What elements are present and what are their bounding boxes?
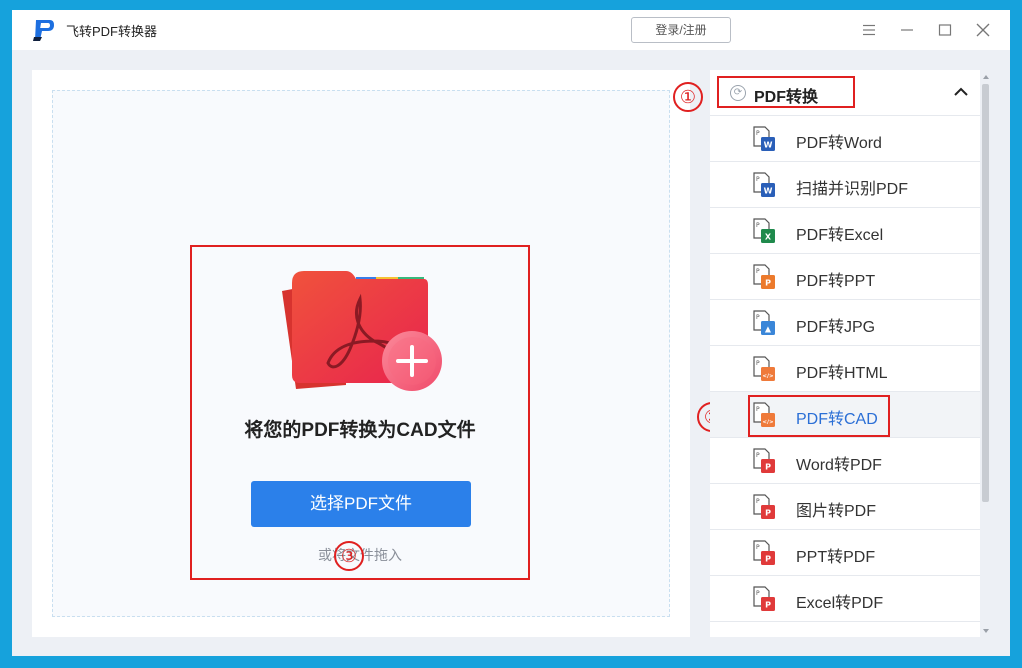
sidebar-item[interactable]: P X PDF转Excel	[710, 208, 980, 254]
chevron-up-icon[interactable]	[952, 83, 970, 101]
pdf-doc-icon: PP	[753, 540, 775, 565]
minimize-icon	[901, 29, 913, 31]
sidebar-item-label: PDF转JPG	[796, 319, 876, 336]
svg-text:P: P	[756, 498, 760, 505]
pdf-folder-add-icon	[282, 271, 442, 391]
upload-card[interactable]: 将您的PDF转换为CAD文件 选择PDF文件 或将文件拖入	[190, 245, 530, 580]
svg-text:P: P	[756, 130, 760, 137]
svg-text:</>: </>	[762, 374, 774, 380]
menu-button[interactable]	[857, 18, 881, 42]
svg-text:P: P	[765, 509, 771, 518]
pdf-doc-icon: PP	[753, 494, 775, 519]
select-pdf-button[interactable]: 选择PDF文件	[251, 481, 471, 527]
scrollbar-thumb[interactable]	[982, 84, 989, 502]
svg-text:P: P	[765, 463, 771, 472]
active-item-highlight-box	[748, 395, 890, 437]
sidebar-item-label: PDF转Word	[796, 135, 882, 152]
sidebar-item[interactable]: P P Excel转PDF	[710, 576, 980, 622]
scan-word-icon: PW	[753, 172, 775, 197]
scroll-down-arrow-icon[interactable]	[982, 627, 990, 635]
svg-text:P: P	[756, 590, 760, 597]
svg-text:P: P	[756, 176, 760, 183]
svg-text:P: P	[756, 544, 760, 551]
menu-icon	[863, 24, 875, 36]
svg-text:P: P	[756, 360, 760, 367]
sidebar-item-label: PDF转Excel	[796, 227, 884, 244]
convert-headline: 将您的PDF转换为CAD文件	[244, 420, 476, 441]
sidebar-item[interactable]: P </> PDF转CAD	[710, 392, 980, 438]
sidebar-item[interactable]: P ▲ PDF转JPG	[710, 300, 980, 346]
sidebar-item-label: 扫描并识别PDF	[796, 181, 909, 198]
svg-text:W: W	[764, 187, 773, 196]
svg-text:P: P	[756, 452, 760, 459]
close-button[interactable]	[971, 18, 995, 42]
sidebar-item[interactable]: P W PDF转Word	[710, 116, 980, 162]
section-title: PDF转换	[754, 89, 819, 106]
pdf-doc-icon: PP	[753, 586, 775, 611]
pdf-convert-section-header[interactable]: ⟳ PDF转换	[710, 70, 980, 116]
annotation-one: ①	[673, 82, 703, 112]
maximize-icon	[938, 24, 952, 36]
excel-doc-icon: PX	[753, 218, 775, 243]
conversion-sidebar: ⟳ PDF转换 P W PDF转Word P W 扫描并识别PDF P X PDF转Excel P…	[710, 70, 980, 637]
svg-text:P: P	[756, 222, 760, 229]
svg-text:P: P	[765, 601, 771, 610]
login-register-button[interactable]: 登录/注册	[631, 17, 731, 43]
sidebar-item[interactable]: P P Word转PDF	[710, 438, 980, 484]
sidebar-item[interactable]: P P PPT转PDF	[710, 530, 980, 576]
sidebar-item-label: Word转PDF	[796, 457, 882, 474]
svg-text:X: X	[765, 233, 772, 242]
svg-text:W: W	[764, 141, 773, 150]
word-doc-icon: PW	[753, 126, 775, 151]
app-title: 飞转PDF转换器	[66, 24, 158, 39]
svg-text:P: P	[756, 314, 760, 321]
sidebar-item[interactable]: P P PDF转PPT	[710, 254, 980, 300]
maximize-button[interactable]	[933, 18, 957, 42]
sidebar-item-label: PDF转PPT	[796, 273, 876, 290]
scroll-up-arrow-icon[interactable]	[982, 73, 990, 81]
image-doc-icon: P▲	[753, 310, 775, 335]
title-bar: 飞转PDF转换器 登录/注册	[12, 10, 1010, 50]
convert-cycle-icon: ⟳	[730, 85, 746, 101]
ppt-doc-icon: PP	[753, 264, 775, 289]
svg-text:P: P	[765, 555, 771, 564]
pdf-doc-icon: PP	[753, 448, 775, 473]
sidebar-item[interactable]: P W 扫描并识别PDF	[710, 162, 980, 208]
app-window: 飞转PDF转换器 登录/注册 将您的PDF转换为CAD文件 选择PDF文件 或将…	[12, 10, 1010, 656]
html-doc-icon: P </>	[753, 356, 775, 381]
sidebar-item[interactable]: P </> PDF转HTML	[710, 346, 980, 392]
sidebar-item[interactable]: P P 图片转PDF	[710, 484, 980, 530]
sidebar-item-label: PDF转HTML	[796, 365, 888, 382]
minimize-button[interactable]	[895, 18, 919, 42]
svg-text:▲: ▲	[765, 325, 772, 334]
sidebar-item-label: Excel转PDF	[796, 595, 884, 612]
sidebar-item-label: 图片转PDF	[796, 503, 877, 520]
sidebar-item-label: PPT转PDF	[796, 549, 876, 566]
annotation-three: ③	[334, 541, 364, 571]
svg-text:P: P	[765, 279, 771, 288]
app-logo-icon	[33, 20, 54, 41]
close-icon	[976, 23, 990, 37]
svg-text:P: P	[756, 268, 760, 275]
